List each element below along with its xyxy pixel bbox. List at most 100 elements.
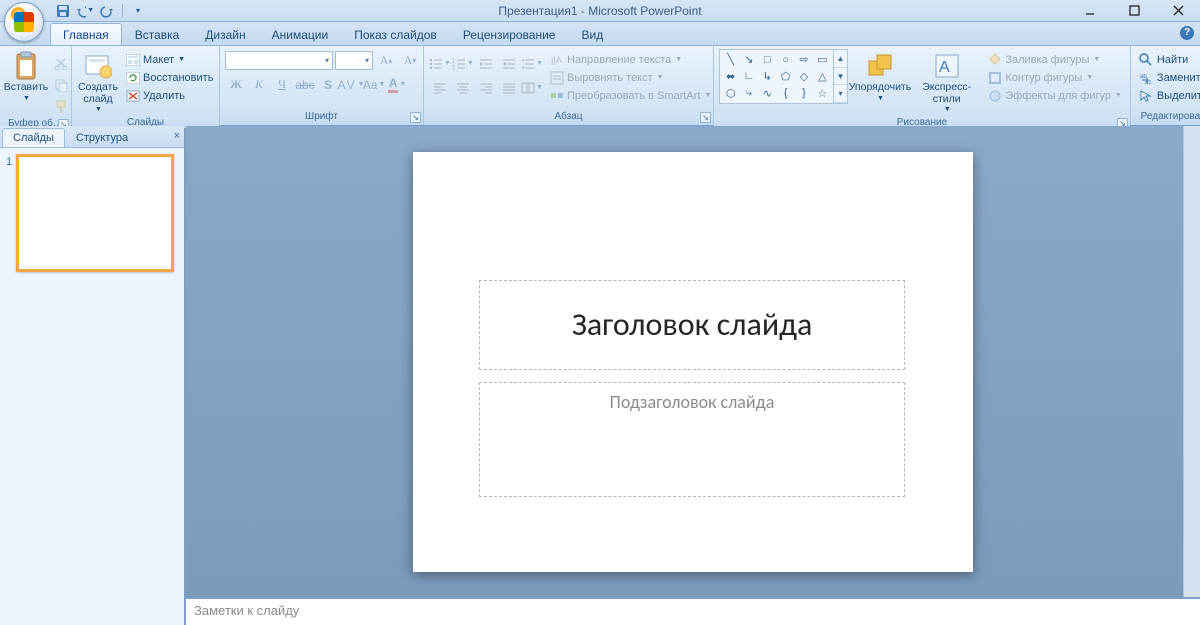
tab-insert[interactable]: Вставка bbox=[122, 23, 193, 45]
window-minimize-button[interactable] bbox=[1068, 0, 1112, 22]
tab-view[interactable]: Вид bbox=[568, 23, 616, 45]
align-center-button[interactable] bbox=[452, 77, 474, 98]
fill-icon bbox=[987, 52, 1002, 67]
justify-button[interactable] bbox=[498, 77, 520, 98]
layout-icon bbox=[125, 52, 140, 67]
vertical-scrollbar[interactable] bbox=[1183, 126, 1200, 597]
paste-button[interactable]: Вставить ▼ bbox=[5, 49, 47, 104]
shapes-scroll[interactable]: ▲▼▾ bbox=[834, 49, 848, 104]
tab-review[interactable]: Рецензирование bbox=[450, 23, 569, 45]
tab-home[interactable]: Главная bbox=[50, 23, 122, 45]
layout-button[interactable]: Макет▼ bbox=[122, 51, 216, 68]
text-direction-button[interactable]: ||AНаправление текста▼ bbox=[546, 51, 714, 68]
bullets-button[interactable]: ▼ bbox=[429, 53, 451, 74]
paragraph-dialog-launcher[interactable]: ↘ bbox=[700, 112, 711, 123]
chevron-down-icon: ▼ bbox=[95, 106, 102, 114]
format-painter-button[interactable] bbox=[50, 96, 72, 117]
tab-animations[interactable]: Анимации bbox=[259, 23, 342, 45]
align-text-button[interactable]: Выровнять текст▼ bbox=[546, 69, 714, 86]
layout-label: Макет bbox=[143, 54, 174, 66]
arrange-icon bbox=[865, 51, 895, 81]
clipboard-icon bbox=[11, 51, 41, 81]
font-size-select[interactable] bbox=[335, 51, 373, 70]
increase-indent-button[interactable] bbox=[498, 53, 520, 74]
delete-label: Удалить bbox=[143, 90, 185, 102]
window-title: Презентация1 - Microsoft PowerPoint bbox=[0, 4, 1200, 18]
text-shadow-button[interactable]: S bbox=[317, 74, 339, 95]
shape-fill-button[interactable]: Заливка фигуры▼ bbox=[984, 51, 1125, 68]
subtitle-placeholder-text: Подзаголовок слайда bbox=[610, 391, 775, 413]
shape-effects-button[interactable]: Эффекты для фигур▼ bbox=[984, 87, 1125, 104]
side-tab-outline[interactable]: Структура bbox=[65, 128, 139, 147]
qat-customize-button[interactable]: ▾ bbox=[129, 2, 147, 20]
outline-icon bbox=[987, 70, 1002, 85]
tab-design[interactable]: Дизайн bbox=[192, 23, 258, 45]
office-button[interactable] bbox=[4, 2, 44, 42]
reset-button[interactable]: Восстановить bbox=[122, 69, 216, 86]
numbering-button[interactable]: 123▼ bbox=[452, 53, 474, 74]
shrink-font-button[interactable]: A▾ bbox=[399, 50, 421, 71]
font-dialog-launcher[interactable]: ↘ bbox=[410, 112, 421, 123]
title-placeholder[interactable]: Заголовок слайда bbox=[479, 280, 905, 370]
qat-redo-button[interactable] bbox=[98, 2, 116, 20]
slide-thumbnail-1[interactable]: 1 bbox=[6, 154, 178, 272]
delete-icon bbox=[125, 88, 140, 103]
subtitle-placeholder[interactable]: Подзаголовок слайда bbox=[479, 382, 905, 497]
svg-text:3: 3 bbox=[452, 66, 455, 70]
help-icon[interactable]: ? bbox=[1180, 26, 1194, 40]
window-close-button[interactable] bbox=[1156, 0, 1200, 22]
new-slide-button[interactable]: Создать слайд ▼ bbox=[77, 49, 119, 116]
decrease-indent-button[interactable] bbox=[475, 53, 497, 74]
strikethrough-button[interactable]: abc bbox=[294, 74, 316, 95]
change-case-button[interactable]: Aa▼ bbox=[363, 74, 385, 95]
grow-font-button[interactable]: A▴ bbox=[375, 50, 397, 71]
qat-undo-button[interactable]: ▼ bbox=[76, 2, 94, 20]
side-tab-slides[interactable]: Слайды bbox=[2, 128, 65, 147]
align-right-button[interactable] bbox=[475, 77, 497, 98]
arrange-button[interactable]: Упорядочить▼ bbox=[851, 49, 909, 104]
window-maximize-button[interactable] bbox=[1112, 0, 1156, 22]
tab-slideshow[interactable]: Показ слайдов bbox=[341, 23, 450, 45]
chevron-down-icon: ▼ bbox=[23, 95, 30, 103]
svg-text:||A: ||A bbox=[551, 55, 562, 65]
qat-save-button[interactable] bbox=[54, 2, 72, 20]
line-spacing-button[interactable]: ▼ bbox=[521, 53, 543, 74]
quick-styles-icon: A bbox=[932, 51, 962, 81]
select-button[interactable]: Выделить▼ bbox=[1136, 87, 1200, 104]
find-icon bbox=[1139, 52, 1154, 67]
font-family-select[interactable] bbox=[225, 51, 333, 70]
delete-slide-button[interactable]: Удалить bbox=[122, 87, 216, 104]
new-slide-label: Создать слайд bbox=[78, 82, 118, 105]
italic-button[interactable]: К bbox=[248, 74, 270, 95]
cut-button[interactable] bbox=[50, 52, 72, 73]
quick-styles-button[interactable]: A Экспресс-стили▼ bbox=[912, 49, 981, 116]
character-spacing-button[interactable]: AV▼ bbox=[340, 74, 362, 95]
align-left-button[interactable] bbox=[429, 77, 451, 98]
columns-button[interactable]: ▼ bbox=[521, 77, 543, 98]
title-placeholder-text: Заголовок слайда bbox=[572, 305, 813, 344]
notes-pane[interactable]: Заметки к слайду bbox=[186, 597, 1200, 625]
select-icon bbox=[1139, 88, 1154, 103]
copy-button[interactable] bbox=[50, 74, 72, 95]
replace-button[interactable]: abacЗаменить▼ bbox=[1136, 69, 1200, 86]
shapes-gallery[interactable]: ╲↘□○⇨▭ ⬌∟↳⬠◇△ ⬡⤷∿{}☆ bbox=[719, 49, 834, 104]
replace-icon: abac bbox=[1139, 70, 1154, 85]
shape-outline-button[interactable]: Контур фигуры▼ bbox=[984, 69, 1125, 86]
group-paragraph-label: Абзац bbox=[554, 111, 582, 122]
paste-label: Вставить bbox=[4, 82, 49, 94]
find-button[interactable]: Найти bbox=[1136, 51, 1200, 68]
thumbnail-number: 1 bbox=[6, 154, 12, 272]
underline-button[interactable]: Ч bbox=[271, 74, 293, 95]
align-text-icon bbox=[549, 70, 564, 85]
font-color-button[interactable]: A▼ bbox=[386, 74, 408, 95]
side-panel-close-button[interactable]: × bbox=[174, 130, 180, 142]
convert-smartart-button[interactable]: Преобразовать в SmartArt▼ bbox=[546, 87, 714, 104]
text-direction-icon: ||A bbox=[549, 52, 564, 67]
smartart-icon bbox=[549, 88, 564, 103]
reset-icon bbox=[125, 70, 140, 85]
svg-text:ac: ac bbox=[1145, 80, 1151, 85]
reset-label: Восстановить bbox=[143, 72, 213, 84]
slide-canvas[interactable]: Заголовок слайда Подзаголовок слайда bbox=[413, 152, 973, 572]
bold-button[interactable]: Ж bbox=[225, 74, 247, 95]
svg-text:A: A bbox=[939, 59, 950, 76]
